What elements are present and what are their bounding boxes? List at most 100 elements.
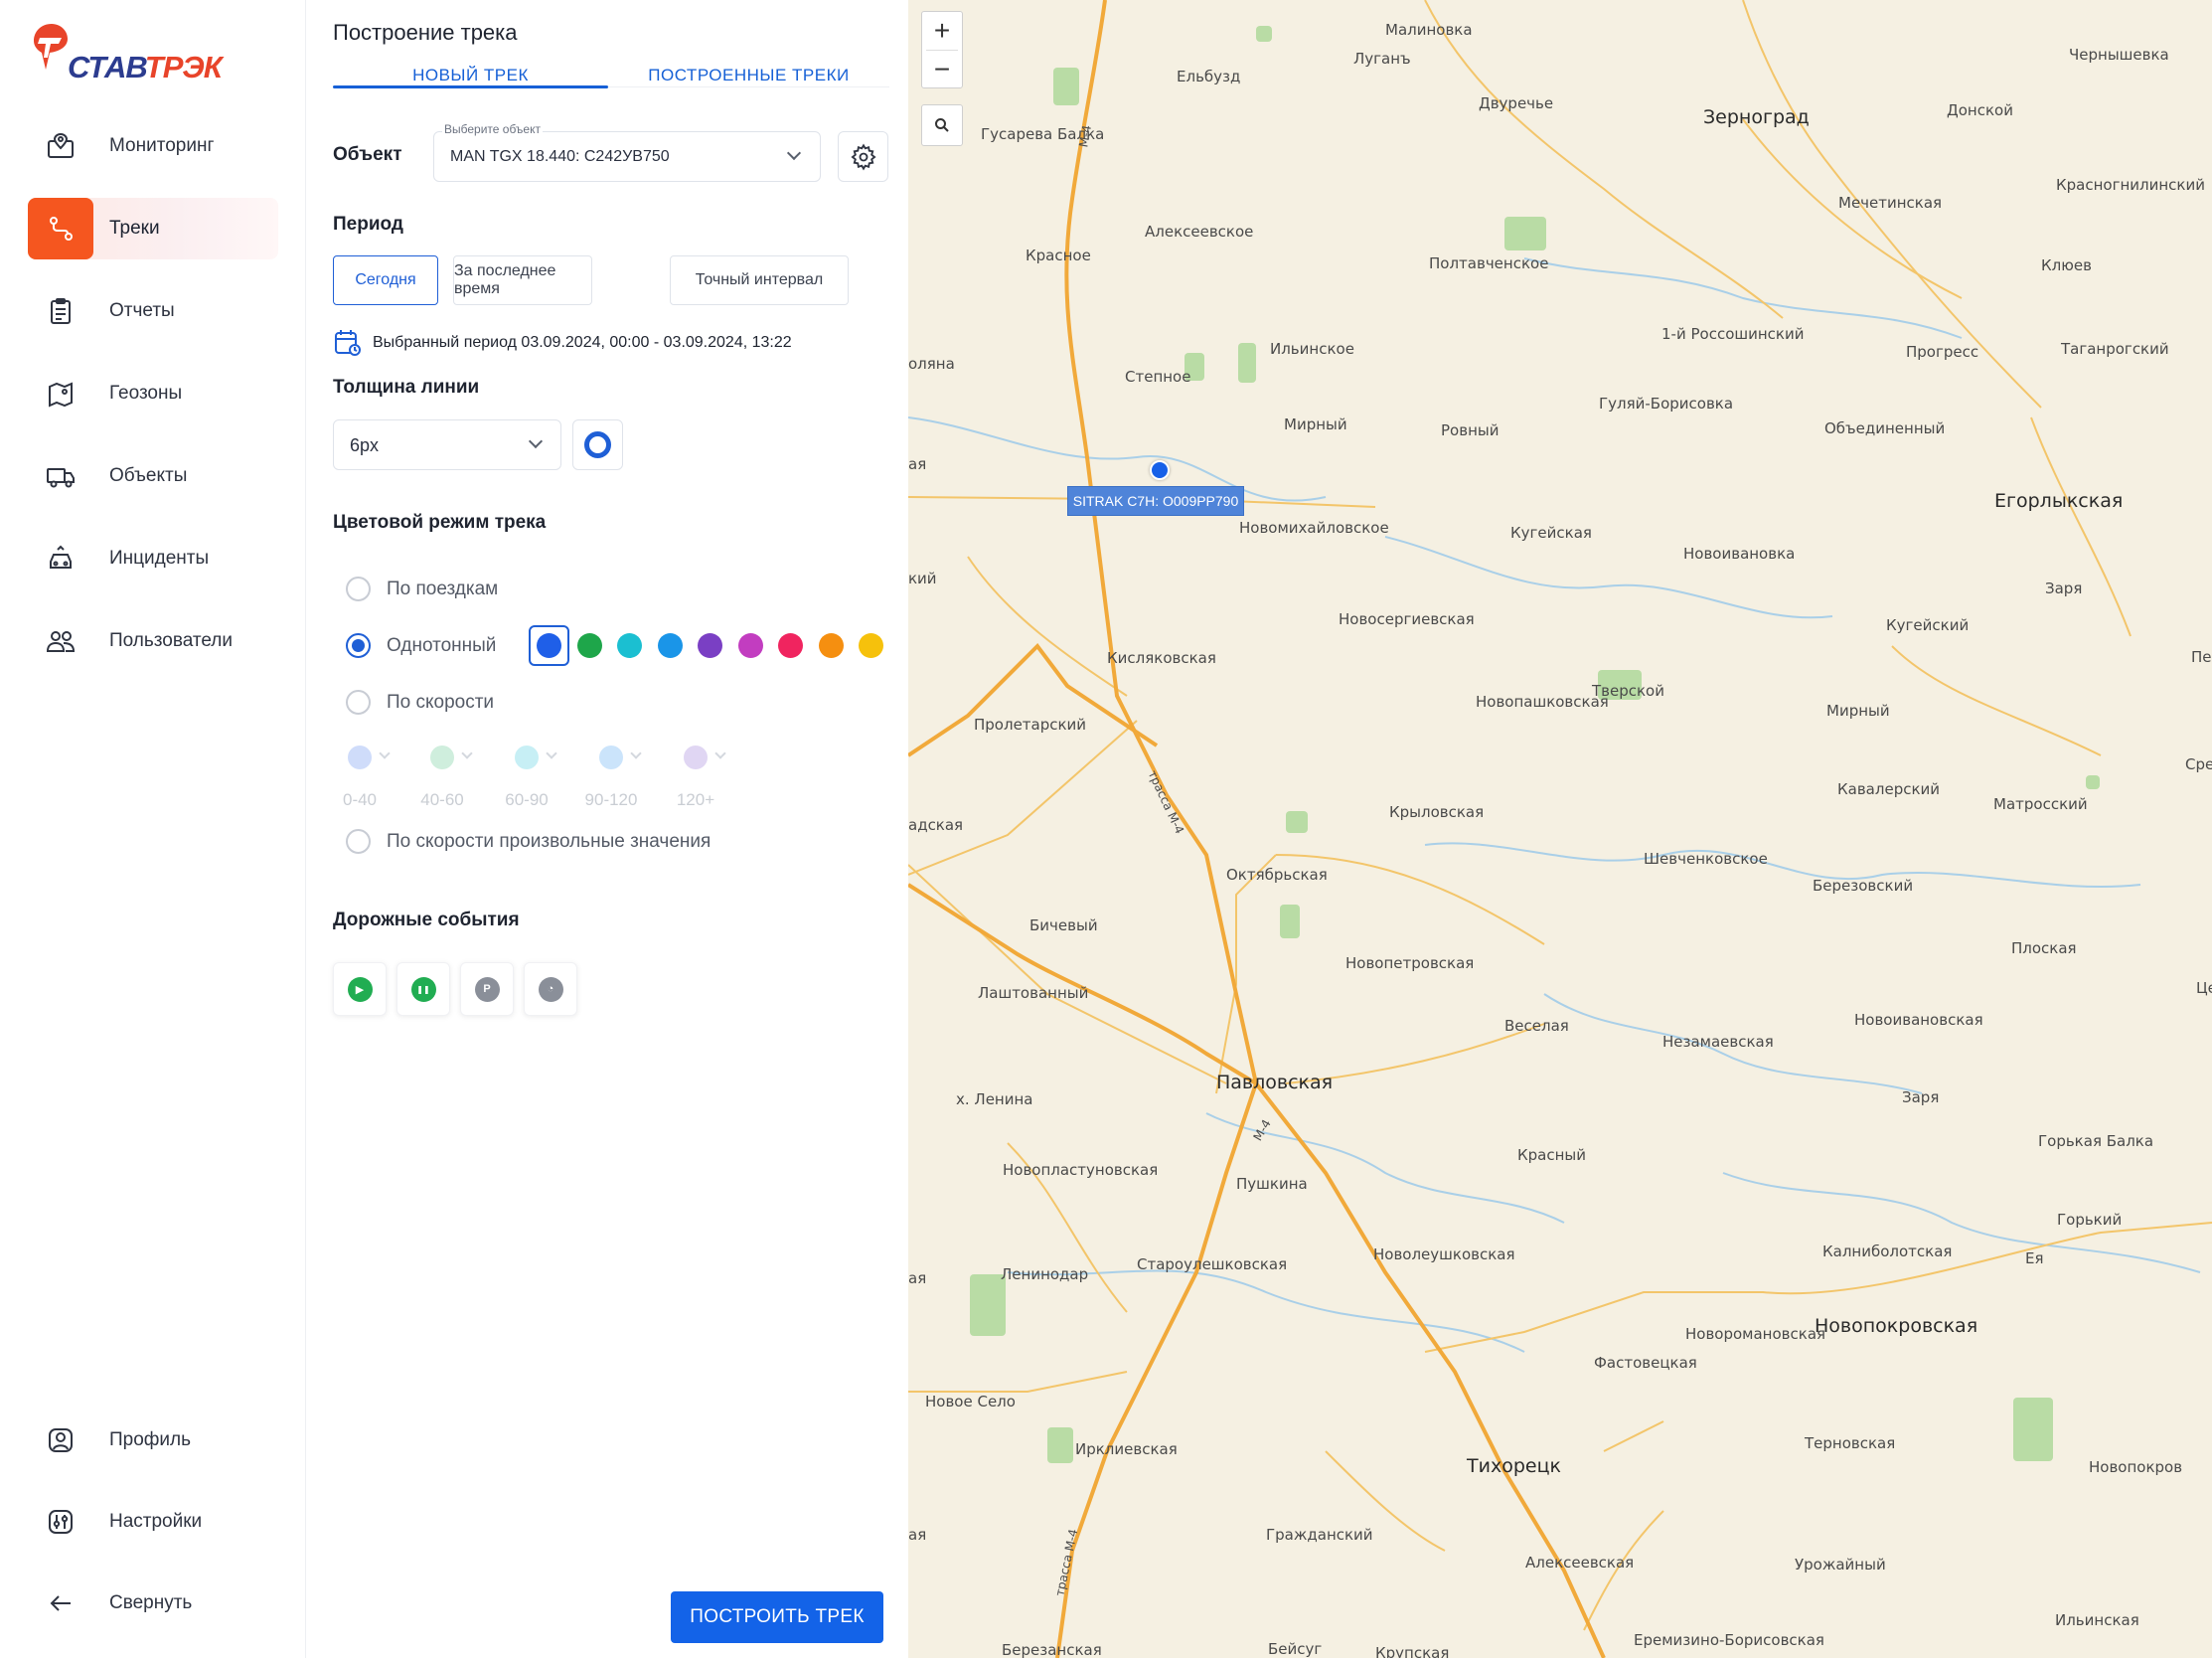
radio-button[interactable] bbox=[346, 577, 371, 601]
map-place-label: Плоская bbox=[2011, 939, 2077, 957]
zoom-in-button[interactable]: + bbox=[922, 12, 962, 50]
color-mode-trips-option[interactable]: По поездкам bbox=[346, 577, 498, 601]
line-width-label: Толщина линии bbox=[333, 377, 480, 398]
color-swatch[interactable] bbox=[778, 633, 803, 658]
sidebar: СТАВТРЭК Мониторинг Треки Отчеты Геозоны… bbox=[0, 0, 306, 1658]
vehicle-label[interactable]: SITRAK C7H: О009РР790 bbox=[1067, 486, 1244, 516]
map-place-label: Новолеушковская bbox=[1373, 1245, 1515, 1263]
sidebar-item-objects[interactable]: Объекты bbox=[28, 445, 278, 507]
map-place-label: Терновская bbox=[1805, 1434, 1896, 1452]
radio-button[interactable] bbox=[346, 633, 371, 658]
color-swatch[interactable] bbox=[738, 633, 763, 658]
play-icon: ▶ bbox=[347, 976, 373, 1002]
period-exact-button[interactable]: Точный интервал bbox=[670, 255, 849, 305]
map-search-button[interactable] bbox=[921, 104, 963, 146]
chevron-down-icon bbox=[714, 747, 726, 759]
sidebar-item-incidents[interactable]: Инциденты bbox=[28, 528, 278, 589]
radio-label: По поездкам bbox=[387, 578, 499, 599]
speed-color-select[interactable] bbox=[420, 744, 480, 773]
map-place-label: Крупская bbox=[1375, 1644, 1450, 1658]
line-width-select[interactable]: 6px bbox=[333, 419, 561, 470]
map-place-label: Кугейская bbox=[1510, 524, 1592, 542]
map-place-label: Донской bbox=[1947, 101, 2013, 119]
color-mode-speed-option[interactable]: По скорости bbox=[346, 690, 494, 715]
map-place-label: Ленинодар bbox=[1001, 1265, 1089, 1283]
color-mode-custom-speed-option[interactable]: По скорости произвольные значения bbox=[346, 829, 711, 854]
map-place-label: Тверской bbox=[1592, 682, 1664, 700]
map-place-label: Горькая Балка bbox=[2038, 1132, 2154, 1150]
map-place-label: Фастовецкая bbox=[1594, 1354, 1697, 1372]
users-icon bbox=[28, 610, 93, 672]
vehicle-marker[interactable] bbox=[1150, 460, 1170, 480]
color-mode-solid-option[interactable]: Однотонный bbox=[346, 633, 496, 658]
sidebar-item-label: Отчеты bbox=[109, 300, 175, 321]
map-place-label: Новоивановка bbox=[1683, 545, 1796, 563]
map-place-label: адская bbox=[908, 816, 964, 834]
sidebar-item-geozones[interactable]: Геозоны bbox=[28, 363, 278, 424]
monitor-map-icon bbox=[28, 115, 93, 177]
map-place-label: Средни bbox=[2185, 755, 2212, 773]
settings-icon bbox=[28, 1491, 93, 1553]
radio-label: По скорости произвольные значения bbox=[387, 830, 711, 852]
color-swatch[interactable] bbox=[658, 633, 683, 658]
map-place-label: Березанская bbox=[1002, 1641, 1102, 1658]
period-recent-button[interactable]: За последнее время bbox=[453, 255, 592, 305]
object-label: Объект bbox=[333, 144, 402, 165]
parking-icon: P bbox=[474, 976, 500, 1002]
color-swatch[interactable] bbox=[617, 633, 642, 658]
speedometer-icon: ◔ bbox=[538, 976, 563, 1002]
map-place-label: Пролетарский bbox=[974, 716, 1087, 734]
color-swatch[interactable] bbox=[859, 633, 883, 658]
map-place-label: Мирный bbox=[1284, 415, 1347, 433]
color-swatch[interactable] bbox=[577, 633, 602, 658]
map-place-label: Чернышевка bbox=[2069, 46, 2169, 64]
map-place-label: Новосергиевская bbox=[1339, 610, 1475, 628]
tabs: НОВЫЙ ТРЕК ПОСТРОЕННЫЕ ТРЕКИ bbox=[333, 62, 889, 89]
map-place-label: Заря bbox=[2045, 580, 2083, 597]
color-swatch[interactable] bbox=[819, 633, 844, 658]
truck-icon bbox=[28, 445, 93, 507]
tab-built-tracks[interactable]: ПОСТРОЕННЫЕ ТРЕКИ bbox=[608, 66, 889, 85]
map-place-label: Прогресс bbox=[1906, 343, 1979, 361]
tab-new-track[interactable]: НОВЫЙ ТРЕК bbox=[333, 66, 608, 85]
color-swatch[interactable] bbox=[537, 633, 561, 658]
object-select-value: MAN TGX 18.440: С242УВ750 bbox=[450, 148, 670, 165]
map-place-label: Це bbox=[2196, 979, 2212, 997]
speed-color-select[interactable] bbox=[589, 744, 649, 773]
map-place-label: Лаштованный bbox=[978, 984, 1089, 1002]
map-view[interactable]: М-4 трасса М-4 М-4 трасса М-4 Малиновка Ч… bbox=[908, 0, 2212, 1658]
sidebar-item-profile[interactable]: Профиль bbox=[28, 1409, 278, 1471]
sidebar-item-reports[interactable]: Отчеты bbox=[28, 280, 278, 342]
sidebar-item-settings[interactable]: Настройки bbox=[28, 1491, 278, 1553]
period-today-button[interactable]: Сегодня bbox=[333, 255, 438, 305]
radio-label: По скорости bbox=[387, 691, 495, 713]
road-event-toggle[interactable]: ▶ bbox=[333, 962, 387, 1016]
speed-color-select[interactable] bbox=[338, 744, 397, 773]
speed-color-dot bbox=[599, 746, 623, 769]
map-place-label: Гуляй-Борисовка bbox=[1599, 395, 1734, 413]
sidebar-collapse[interactable]: Свернуть bbox=[28, 1573, 278, 1634]
color-swatch[interactable] bbox=[698, 633, 722, 658]
sidebar-item-monitoring[interactable]: Мониторинг bbox=[28, 115, 278, 177]
radio-button[interactable] bbox=[346, 690, 371, 715]
sidebar-item-users[interactable]: Пользователи bbox=[28, 610, 278, 672]
track-builder-panel: Построение трека НОВЫЙ ТРЕК ПОСТРОЕННЫЕ … bbox=[306, 0, 908, 1658]
speed-color-select[interactable] bbox=[505, 744, 564, 773]
map-place-label: Ирклиевская bbox=[1075, 1440, 1178, 1458]
map-place-label: Красный bbox=[1517, 1146, 1587, 1164]
map-place-label: Новоивановская bbox=[1854, 1011, 1983, 1029]
map-place-label: Ея bbox=[2025, 1249, 2044, 1267]
sidebar-item-tracks[interactable]: Треки bbox=[28, 198, 278, 259]
map-place-label: х. Ленина bbox=[956, 1090, 1033, 1108]
object-settings-button[interactable] bbox=[838, 131, 888, 182]
speed-range-label: 120+ bbox=[676, 790, 715, 809]
road-event-toggle[interactable]: ◔ bbox=[524, 962, 577, 1016]
road-event-toggle[interactable]: ❚❚ bbox=[396, 962, 450, 1016]
brand-logo[interactable]: СТАВТРЭК bbox=[30, 20, 223, 84]
object-select[interactable]: Выберите объект MAN TGX 18.440: С242УВ75… bbox=[433, 122, 821, 182]
radio-button[interactable] bbox=[346, 829, 371, 854]
speed-color-select[interactable] bbox=[674, 744, 733, 773]
road-event-toggle[interactable]: P bbox=[460, 962, 514, 1016]
zoom-out-button[interactable]: − bbox=[922, 51, 962, 88]
build-track-button[interactable]: ПОСТРОИТЬ ТРЕК bbox=[671, 1591, 883, 1643]
